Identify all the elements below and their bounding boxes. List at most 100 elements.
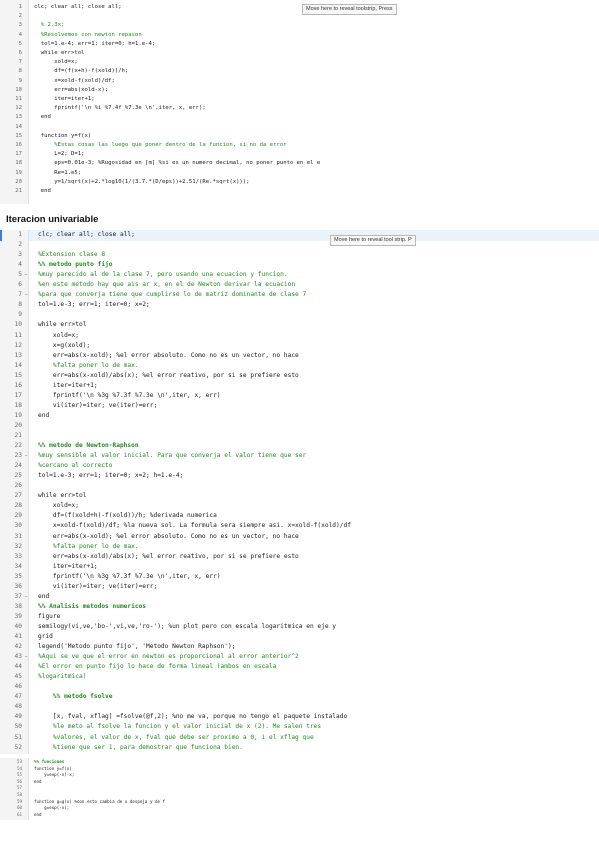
code-line[interactable]: 1 clc; clear all; close all;: [0, 3, 599, 12]
code-line[interactable]: 10 while err>tol: [0, 320, 599, 330]
code-text[interactable]: x=xold-f(xold)/df; %la nueva sol. La for…: [38, 521, 351, 531]
code-text[interactable]: while err>tol: [34, 49, 85, 58]
code-line[interactable]: 9: [0, 310, 599, 320]
comment-text[interactable]: %valores, el valor de x, fval que debe s…: [38, 733, 314, 743]
code-line[interactable]: 6 %en este metodo hay que ais ar x, en el…: [0, 280, 599, 290]
code-line[interactable]: 21 end: [0, 187, 599, 196]
code-line[interactable]: 48: [0, 702, 599, 712]
code-line[interactable]: 16 %Estas cosas las luego que poner dent…: [0, 141, 599, 150]
code-text[interactable]: tol=1.e-3; err=1; iter=0; x=2; h=1.e-4;: [38, 471, 183, 481]
code-line[interactable]: 17 fprintf('\n %3g %7.3f %7.3e \n',iter,…: [0, 391, 599, 401]
code-text[interactable]: err=abs(x-xold)/abs(x); %el error reativ…: [38, 552, 299, 562]
code-line[interactable]: 13 end: [0, 113, 599, 122]
code-line[interactable]: 27 while err>tol: [0, 491, 599, 501]
code-text[interactable]: iter=iter+1;: [38, 381, 98, 391]
code-line[interactable]: 33 err=abs(x-xold)/abs(x); %el error rea…: [0, 552, 599, 562]
editor-panel-bottom[interactable]: 53%% funciones 54 function y=f(x) 55 y=exp(…: [0, 758, 599, 820]
code-text[interactable]: fprintf('\n %i %7.4f %7.3e \n',iter, x, …: [34, 104, 206, 113]
code-text[interactable]: function g=g(x) %con esto cambia de x de…: [34, 799, 165, 806]
code-line[interactable]: 60 g=exp(-x);: [0, 805, 599, 812]
code-line[interactable]: 7 xold=x;: [0, 58, 599, 67]
comment-text[interactable]: %Aqui se ve que el error en newton es pr…: [38, 652, 299, 662]
code-text[interactable]: err=abs(x-xold); %el error absoluto. Com…: [38, 532, 299, 542]
section-comment[interactable]: %% metodo fsolve: [38, 692, 113, 702]
code-line[interactable]: 5 tol=1.e-4; err=1; iter=0; h=1.e-4;: [0, 40, 599, 49]
code-text[interactable]: tol=1.e-3; err=1; iter=0; x=2;: [38, 300, 150, 310]
code-line[interactable]: 6 while err>tol: [0, 49, 599, 58]
code-line[interactable]: 39 figure: [0, 612, 599, 622]
code-text[interactable]: vi(iter)=iter; ve(iter)=err;: [38, 401, 157, 411]
code-text[interactable]: Re=1.e5;: [34, 169, 81, 178]
comment-text[interactable]: %cercano al correcto: [38, 461, 113, 471]
code-line[interactable]: 44 %El error en punto fijo lo hace de for…: [0, 662, 599, 672]
code-line[interactable]: 12 fprintf('\n %i %7.4f %7.3e \n',iter, …: [0, 104, 599, 113]
code-line[interactable]: 56 end: [0, 779, 599, 786]
comment-text[interactable]: % 2.3x;: [34, 21, 65, 30]
code-line[interactable]: 22 %% metodo de Newton-Raphson: [0, 441, 599, 451]
code-line[interactable]: 41 grid: [0, 632, 599, 642]
fold-toggle-icon[interactable]: −: [23, 592, 29, 602]
comment-text[interactable]: %falta poner lo de max.: [38, 542, 139, 552]
code-line[interactable]: 58: [0, 792, 599, 799]
code-line[interactable]: 34 iter=iter+1;: [0, 562, 599, 572]
code-line[interactable]: 55 y=exp(-x)-x;: [0, 772, 599, 779]
code-line[interactable]: 17 L=2; D=1;: [0, 150, 599, 159]
code-line[interactable]: 61 end: [0, 812, 599, 819]
code-line[interactable]: 57: [0, 785, 599, 792]
code-line[interactable]: 18 eps=0.01e-3; %Rugosidad en [m] %si es…: [0, 159, 599, 168]
section-comment[interactable]: %% Analisis metodos numericos: [38, 602, 146, 612]
code-line[interactable]: 12 x=g(xold);: [0, 341, 599, 351]
code-text[interactable]: end: [34, 113, 51, 122]
code-line[interactable]: 20: [0, 421, 599, 431]
code-line[interactable]: 7− %para que converja tiene que cumplirse…: [0, 290, 599, 300]
code-line[interactable]: 8 df=(f(x+h)-f(xold))/h;: [0, 67, 599, 76]
code-line[interactable]: 47 %% metodo fsolve: [0, 692, 599, 702]
comment-text[interactable]: %muy parecido al de la clase 7, pero usa…: [38, 270, 288, 280]
comment-text[interactable]: %logaritmica): [38, 672, 86, 682]
code-line[interactable]: 25 tol=1.e-3; err=1; iter=0; x=2; h=1.e-4…: [0, 471, 599, 481]
code-text[interactable]: legend('Metodo punto fijo', 'Metodo Newt…: [38, 642, 235, 652]
code-line[interactable]: 38 %% Analisis metodos numericos: [0, 602, 599, 612]
code-line[interactable]: 4 %% metodo punto fijo: [0, 260, 599, 270]
fold-toggle-icon[interactable]: −: [23, 290, 29, 300]
code-line[interactable]: 16 iter=iter+1;: [0, 381, 599, 391]
code-line[interactable]: 30 x=xold-f(xold)/df; %la nueva sol. La …: [0, 521, 599, 531]
code-text[interactable]: g=exp(-x);: [34, 805, 69, 812]
code-text[interactable]: clc; clear all; close all;: [34, 3, 122, 12]
comment-text[interactable]: %falta poner lo de max.: [38, 361, 139, 371]
editor-panel-main[interactable]: 1 clc; clear all; close all; 2 3 %Extension …: [0, 230, 599, 754]
code-line[interactable]: 26: [0, 481, 599, 491]
code-text[interactable]: function y=f(x): [34, 132, 92, 141]
comment-text[interactable]: %para que converja tiene que cumplirse l…: [38, 290, 306, 300]
editor-panel-top[interactable]: 1 clc; clear all; close all; 2 3 % 2.3x; 4 %…: [0, 0, 599, 204]
code-line[interactable]: 51 %valores, el valor de x, fval que deb…: [0, 733, 599, 743]
code-line[interactable]: 23− %muy sensible al valor inicial. Para …: [0, 451, 599, 461]
code-line[interactable]: 4 %Resolvemos con newton repason: [0, 31, 599, 40]
code-text[interactable]: x=xold-f(xold)/df;: [34, 77, 115, 86]
code-line[interactable]: 8 tol=1.e-3; err=1; iter=0; x=2;: [0, 300, 599, 310]
comment-text[interactable]: %tiene que ser 1, para demostrar que fun…: [38, 743, 243, 753]
code-line[interactable]: 10 err=abs(xold-x);: [0, 86, 599, 95]
toolstrip-tooltip-top[interactable]: Move here to reveal toolstrip, Press: [302, 4, 397, 15]
code-text[interactable]: figure: [38, 612, 60, 622]
code-text[interactable]: xold=x;: [38, 331, 79, 341]
code-line[interactable]: 46: [0, 682, 599, 692]
code-text[interactable]: y=exp(-x)-x;: [34, 772, 74, 779]
code-text[interactable]: df=(f(xold+h)-f(xold))/h; %derivada nume…: [38, 511, 217, 521]
code-text[interactable]: while err>tol: [38, 491, 86, 501]
code-text[interactable]: err=abs(x-xold); %el error absoluto. Com…: [38, 351, 299, 361]
code-text[interactable]: y=1/sqrt(x)+2.*log10(1/(3.7.*(D/eps))+2.…: [34, 178, 249, 187]
code-line[interactable]: 19 Re=1.e5;: [0, 169, 599, 178]
code-text[interactable]: fprintf('\n %3g %7.3f %7.3e \n',iter, x,…: [38, 391, 221, 401]
code-line[interactable]: 14: [0, 123, 599, 132]
code-line[interactable]: 2: [0, 12, 599, 21]
section-comment[interactable]: %% metodo de Newton-Raphson: [38, 441, 139, 451]
code-line[interactable]: 2: [0, 240, 599, 250]
code-line[interactable]: 13 err=abs(x-xold); %el error absoluto. …: [0, 351, 599, 361]
code-line[interactable]: 53 %% funciones: [0, 759, 599, 766]
fold-toggle-icon[interactable]: −: [23, 451, 29, 461]
code-line[interactable]: 5− %muy parecido al de la clase 7, pero u…: [0, 270, 599, 280]
code-line[interactable]: 15 err=abs(x-xold)/abs(x); %el error rea…: [0, 371, 599, 381]
code-line[interactable]: 3 % 2.3x;: [0, 21, 599, 30]
code-text[interactable]: vi(iter)=iter; ve(iter)=err;: [38, 582, 157, 592]
